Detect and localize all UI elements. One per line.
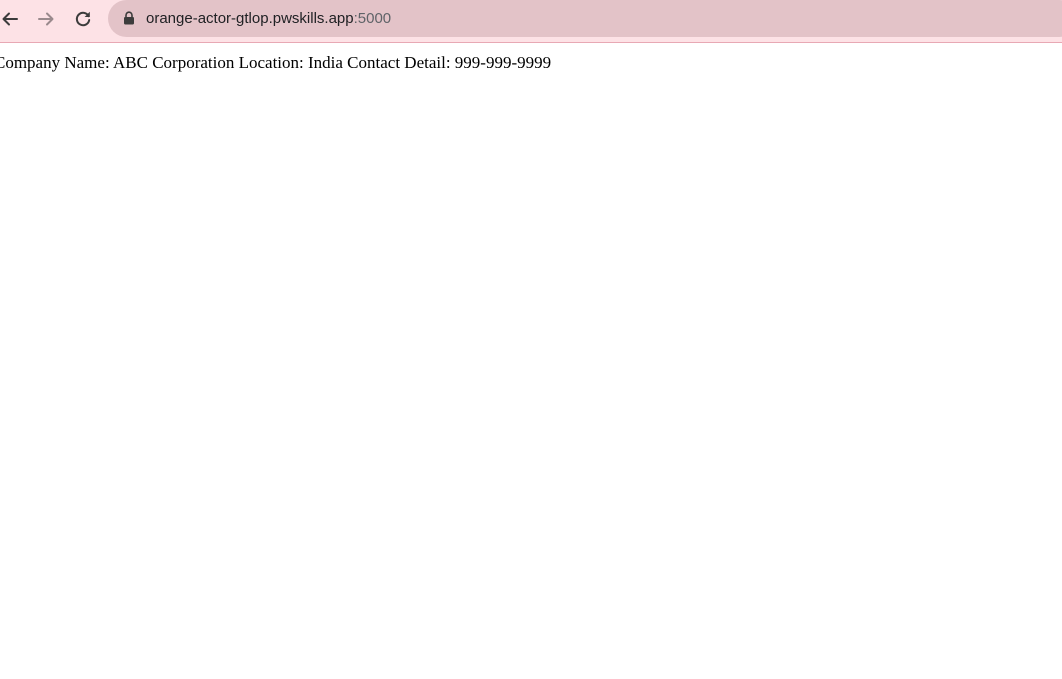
reload-button[interactable] [69,6,97,32]
browser-toolbar: orange-actor-gtlop.pwskills.app:5000 [0,0,1062,43]
url-port: :5000 [353,10,392,27]
back-button[interactable] [0,6,24,32]
arrow-right-icon [36,9,56,29]
url-text[interactable]: orange-actor-gtlop.pwskills.app:5000 [146,0,391,37]
lock-icon[interactable] [123,11,135,25]
arrow-left-icon [0,9,20,29]
reload-icon [73,9,93,29]
url-host: orange-actor-gtlop.pwskills.app [146,10,354,27]
forward-button[interactable] [32,6,60,32]
address-bar[interactable]: orange-actor-gtlop.pwskills.app:5000 [108,0,1062,37]
company-details-text: Company Name: ABC Corporation Location: … [0,53,552,72]
